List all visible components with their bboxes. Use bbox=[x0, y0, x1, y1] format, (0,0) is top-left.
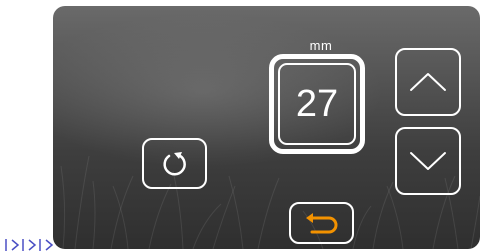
unit-label: mm bbox=[309, 38, 333, 53]
value-readout: 27 bbox=[295, 82, 339, 125]
refresh-icon bbox=[162, 151, 186, 175]
control-panel: mm 27 bbox=[53, 6, 480, 249]
chevron-down-icon bbox=[410, 152, 446, 170]
decrement-button[interactable] bbox=[395, 127, 461, 195]
edge-fragment bbox=[5, 239, 54, 251]
chevron-up-icon bbox=[410, 73, 446, 91]
back-button[interactable] bbox=[289, 202, 354, 244]
increment-button[interactable] bbox=[395, 48, 461, 116]
reset-button[interactable] bbox=[142, 138, 207, 189]
value-display: 27 bbox=[269, 54, 365, 154]
undo-arrow-icon bbox=[305, 213, 337, 234]
